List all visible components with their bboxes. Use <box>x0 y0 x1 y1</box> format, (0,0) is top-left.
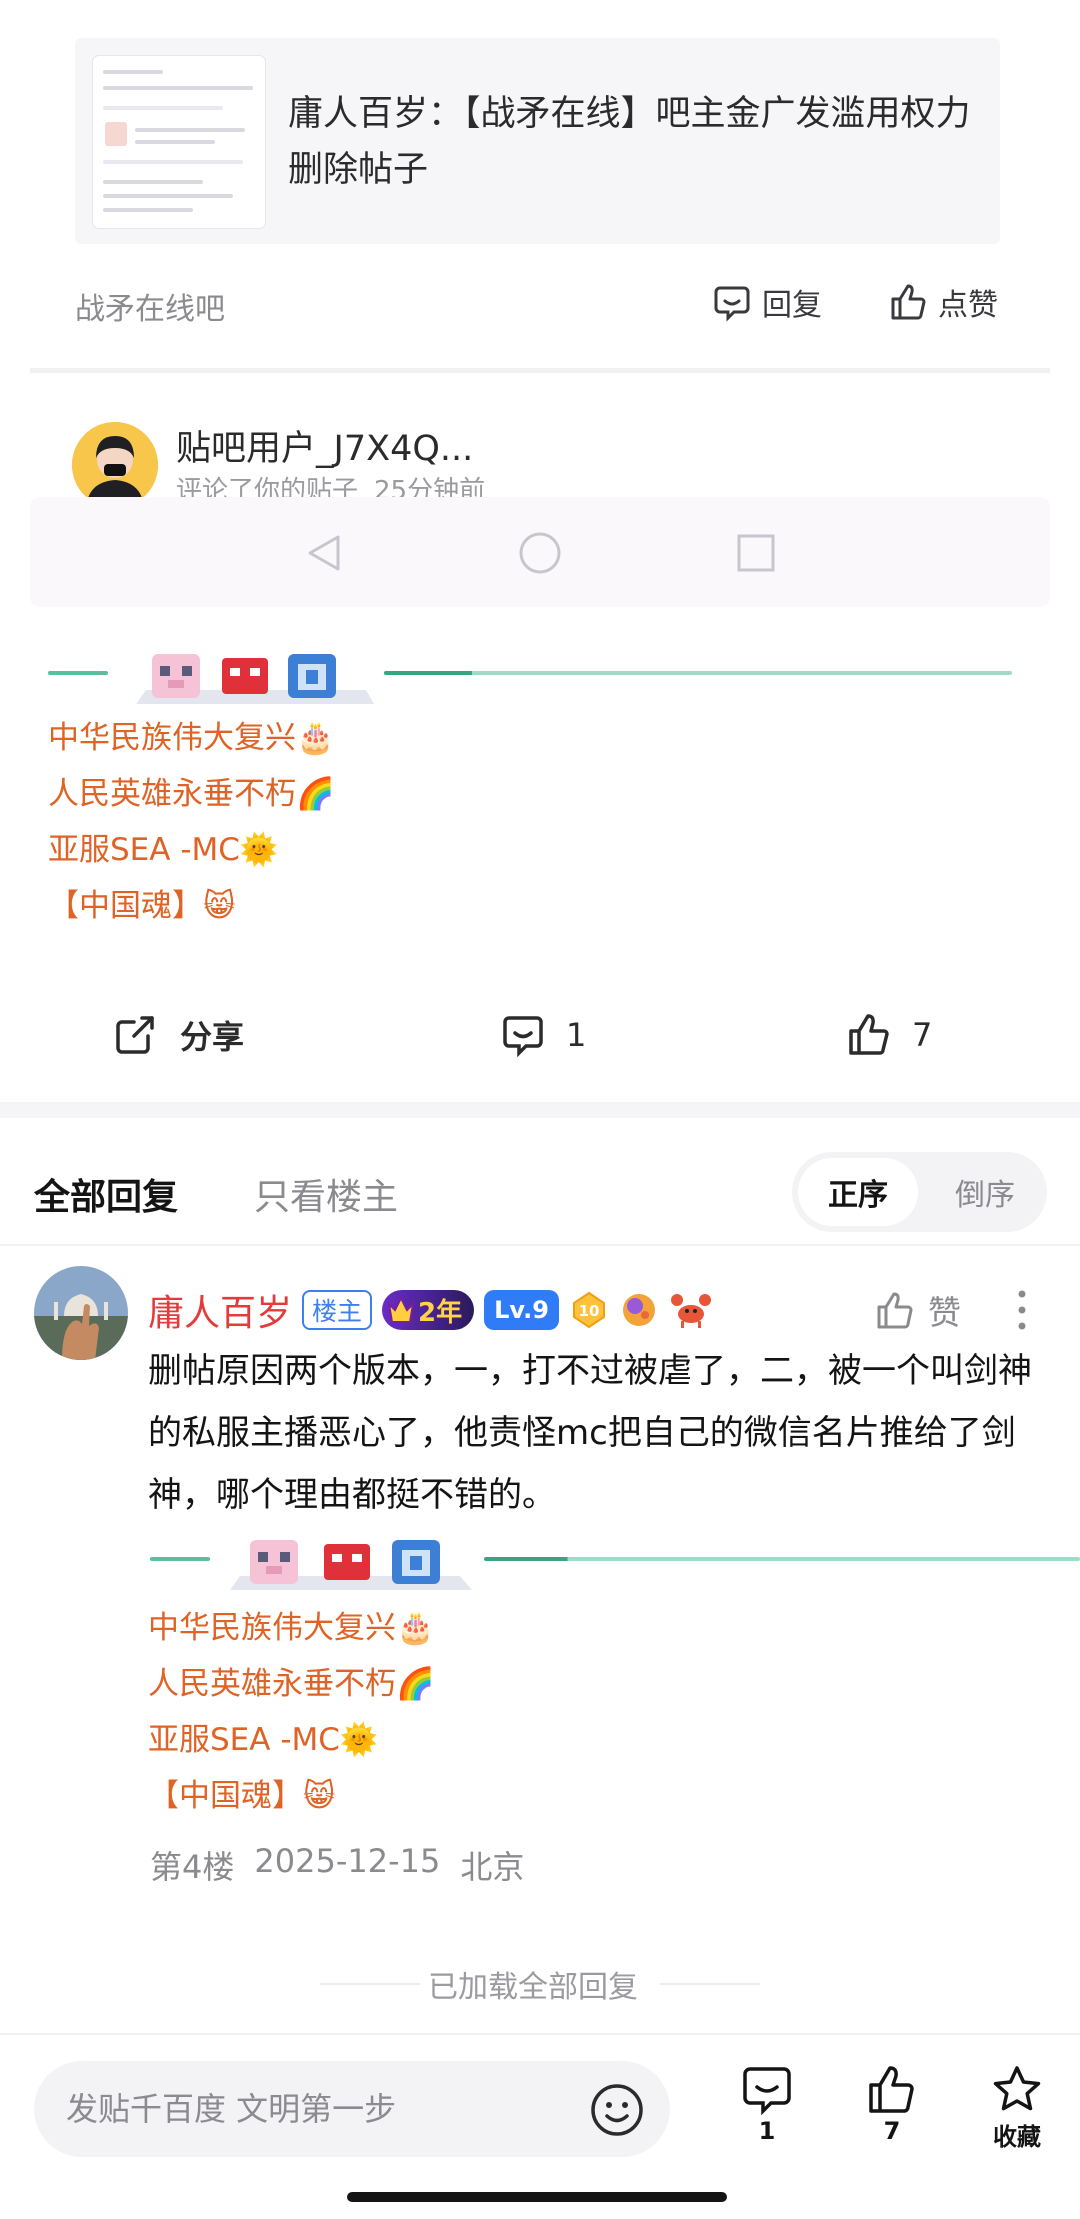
section-gap <box>0 1102 1080 1118</box>
quoted-post-card[interactable]: 庸人百岁：【战矛在线】吧主金广发滥用权力删除帖子 <box>75 38 1000 244</box>
signature-line-1: 中华民族伟大复兴🎂 <box>148 1610 435 1646</box>
signature-divider-right <box>484 1557 1080 1561</box>
tab-all-replies[interactable]: 全部回复 <box>34 1168 178 1220</box>
bottom-comment-count: 1 <box>758 2117 776 2145</box>
bottom-comment-button[interactable]: 1 <box>722 2063 812 2145</box>
emoji-icon[interactable] <box>588 2081 646 2139</box>
tab-op-only[interactable]: 只看楼主 <box>254 1168 398 1220</box>
share-label: 分享 <box>180 1018 245 1056</box>
reply-date: 2025-12-15 <box>254 1842 441 1880</box>
order-desc-button[interactable]: 倒序 <box>930 1158 1040 1226</box>
system-nav-bar <box>30 497 1050 607</box>
tabs-divider <box>0 1244 1080 1246</box>
reply-author-name[interactable]: 庸人百岁 <box>148 1284 292 1336</box>
thumbs-up-icon <box>869 2066 914 2113</box>
signature-block: 中华民族伟大复兴🎂 人民英雄永垂不朽🌈 亚服SEA -MC🌞 【中国魂】😸 <box>48 710 335 934</box>
post-like-button[interactable]: 7 <box>846 1012 932 1058</box>
reply-label: 回复 <box>762 288 822 323</box>
bottom-like-count: 7 <box>883 2117 901 2145</box>
footer-rule-right <box>660 1983 760 1985</box>
post-comment-button[interactable]: 1 <box>500 1012 586 1058</box>
footer-rule-left <box>320 1983 420 1985</box>
thumbs-up-icon <box>891 284 926 320</box>
reply-content: 删帖原因两个版本，一，打不过被虐了，二，被一个叫剑神的私服主播恶心了，他责怪mc… <box>148 1351 1032 1515</box>
signature-pixel-banner <box>118 648 374 704</box>
signature-pixel-banner <box>216 1534 486 1590</box>
comment-icon <box>714 286 750 322</box>
home-circle-icon[interactable] <box>518 531 562 575</box>
post-like-count: 7 <box>912 1016 933 1054</box>
like-label: 点赞 <box>938 288 998 323</box>
quoted-post-title: 庸人百岁：【战矛在线】吧主金广发滥用权力删除帖子 <box>288 94 971 190</box>
member-years-text: 2年 <box>418 1297 463 1328</box>
op-badge: 楼主 <box>302 1290 373 1330</box>
reply-meta: 第4楼 2025-12-15 北京 <box>150 1842 524 1888</box>
like-button[interactable]: 点赞 <box>888 280 998 324</box>
signature-line-3: 亚服SEA -MC🌞 <box>148 1722 379 1758</box>
crown-gem-icon <box>387 1295 415 1323</box>
all-replies-loaded: 已加载全部回复 <box>428 1970 638 2005</box>
reply-signature-block: 中华民族伟大复兴🎂 人民英雄永垂不朽🌈 亚服SEA -MC🌞 【中国魂】😸 <box>148 1600 435 1824</box>
reply-button[interactable]: 回复 <box>712 280 822 324</box>
signature-line-3: 亚服SEA -MC🌞 <box>48 832 279 868</box>
planet-badge-icon <box>622 1294 655 1326</box>
thumbs-up-icon <box>877 1292 913 1329</box>
share-button[interactable]: 分享 <box>112 1012 244 1058</box>
thumbs-up-icon <box>849 1014 889 1055</box>
signature-line-2: 人民英雄永垂不朽🌈 <box>48 776 335 812</box>
reply-like-label: 赞 <box>928 1293 961 1332</box>
commenter-avatar[interactable] <box>72 422 158 508</box>
crab-badge-icon <box>670 1294 711 1328</box>
pixel-characters-icon <box>136 654 374 704</box>
reply-input-pill <box>34 2061 670 2157</box>
more-options-icon[interactable] <box>1012 1288 1032 1332</box>
section-divider <box>30 368 1050 373</box>
member-years-badge: 2年 <box>382 1290 475 1330</box>
level-badge: Lv.9 <box>484 1290 559 1330</box>
share-icon <box>116 1016 154 1054</box>
comment-icon <box>743 2067 791 2116</box>
signature-line-1: 中华民族伟大复兴🎂 <box>48 720 335 756</box>
signature-divider-left <box>150 1557 210 1561</box>
post-comment-count: 1 <box>566 1016 587 1054</box>
medal-number: 10 <box>578 1302 599 1320</box>
star-icon <box>993 2066 1041 2111</box>
reply-author-row: 庸人百岁 楼主 2年 Lv.9 10 <box>148 1284 713 1336</box>
reply-input[interactable] <box>66 2061 586 2157</box>
back-triangle-icon[interactable] <box>302 531 346 575</box>
forum-name[interactable]: 战矛在线吧 <box>75 284 225 328</box>
signature-divider-right <box>384 671 1012 675</box>
medal-icon: 10 <box>572 1291 605 1329</box>
signature-line-4: 【中国魂】😸 <box>48 888 236 924</box>
reply-location: 北京 <box>460 1848 525 1886</box>
avatar-illustration <box>72 422 158 508</box>
order-asc-button[interactable]: 正序 <box>798 1158 918 1226</box>
recents-square-icon[interactable] <box>736 533 776 573</box>
signature-divider-left <box>48 671 108 675</box>
favorite-button[interactable]: 收藏 <box>972 2063 1062 2152</box>
signature-line-2: 人民英雄永垂不朽🌈 <box>148 1666 435 1702</box>
quoted-post-thumbnail <box>93 56 265 228</box>
sort-order-toggle: 正序 倒序 <box>792 1152 1047 1232</box>
avatar-photo <box>34 1266 128 1360</box>
reply-floor: 第4楼 <box>150 1848 235 1886</box>
signature-line-4: 【中国魂】😸 <box>148 1778 336 1814</box>
commenter-username[interactable]: 贴吧用户_J7X4Q... <box>176 420 473 471</box>
reply-like-button[interactable]: 赞 <box>874 1286 961 1334</box>
home-indicator[interactable] <box>347 2192 727 2202</box>
pixel-characters-icon <box>230 1540 472 1590</box>
favorite-label: 收藏 <box>993 2123 1041 2151</box>
bottom-like-button[interactable]: 7 <box>847 2063 937 2145</box>
comment-icon <box>503 1016 543 1058</box>
reply-author-avatar[interactable] <box>34 1266 128 1360</box>
